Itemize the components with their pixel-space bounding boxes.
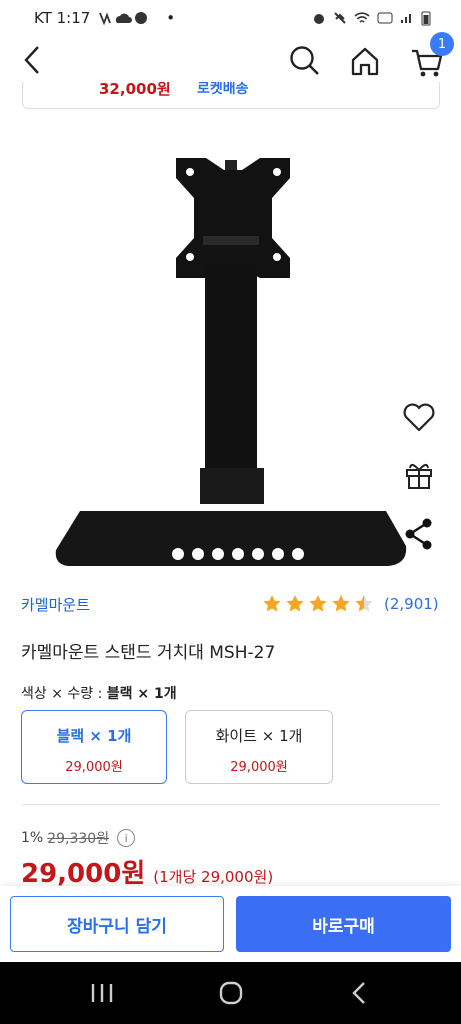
chevron-left-icon [24, 46, 39, 74]
status-time: KT 1:17 [34, 9, 91, 27]
option-price: 29,000원 [230, 760, 288, 775]
system-nav-bar [0, 962, 461, 1024]
buy-now-button[interactable]: 바로구매 [236, 896, 451, 952]
discount-row: 1% 29,330원 i [21, 828, 136, 848]
app-bar: 1 [0, 32, 461, 86]
status-dot: • [166, 9, 176, 27]
option-white[interactable]: 화이트 × 1개 29,000원 [185, 710, 333, 784]
option-label-selected: 블랙 × 1개 [106, 686, 177, 702]
info-icon[interactable]: i [117, 829, 136, 847]
rating-count: (2,901) [384, 595, 439, 613]
alarm-icon [314, 14, 324, 24]
option-name: 화이트 × 1개 [215, 727, 303, 745]
monitor-stand-illustration [55, 158, 407, 566]
option-label: 색상 × 수량 : 블랙 × 1개 [21, 683, 177, 703]
product-image[interactable] [0, 116, 461, 586]
recent-apps-icon[interactable] [90, 982, 114, 1004]
mute-icon [334, 12, 346, 24]
search-button[interactable] [286, 42, 324, 80]
bottom-action-bar: 장바구니 담기 바로구매 [0, 886, 461, 962]
gift-button[interactable] [398, 454, 440, 496]
wishlist-button[interactable] [398, 396, 440, 438]
option-label-prefix: 색상 × 수량 : [21, 686, 107, 702]
home-icon [351, 47, 379, 76]
product-title: 카멜마운트 스탠드 거치대 MSH-27 [21, 643, 276, 663]
signal-icon [401, 14, 411, 23]
sale-price: 29,000원 [21, 859, 146, 889]
brand-link[interactable]: 카멜마운트 [21, 594, 90, 615]
search-icon [290, 46, 319, 75]
add-to-cart-button[interactable]: 장바구니 담기 [10, 896, 224, 952]
star-rating-icon [263, 595, 373, 612]
divider [21, 804, 440, 805]
share-button[interactable] [398, 513, 440, 555]
wifi-icon [354, 12, 370, 23]
home-button[interactable] [346, 42, 384, 80]
rating[interactable]: (2,901) [262, 594, 439, 614]
status-bar: KT 1:17 • [0, 0, 461, 36]
home-circle-icon[interactable] [218, 980, 244, 1006]
hd-icon [377, 12, 393, 24]
cart-button[interactable]: 1 [408, 32, 454, 82]
gift-icon [406, 464, 432, 489]
heart-icon [403, 403, 435, 432]
option-black[interactable]: 블랙 × 1개 29,000원 [21, 710, 167, 784]
price-row: 29,000원 (1개당 29,000원) [21, 853, 273, 890]
cart-count-badge: 1 [430, 32, 454, 56]
notification-icons [99, 12, 148, 25]
share-icon [405, 518, 432, 550]
prev-card-price: 32,000원 [99, 82, 171, 98]
option-price: 29,000원 [65, 760, 123, 775]
option-name: 블랙 × 1개 [56, 727, 132, 745]
back-button[interactable] [14, 42, 50, 78]
back-nav-icon[interactable] [350, 980, 368, 1006]
prev-card-rocket-delivery: 로켓배송 [197, 82, 249, 97]
discount-rate: 1% [21, 830, 44, 846]
battery-icon [421, 11, 431, 26]
previous-product-card[interactable]: 32,000원 로켓배송 [22, 82, 440, 109]
original-price: 29,330원 [47, 831, 110, 847]
unit-price: (1개당 29,000원) [153, 868, 274, 886]
